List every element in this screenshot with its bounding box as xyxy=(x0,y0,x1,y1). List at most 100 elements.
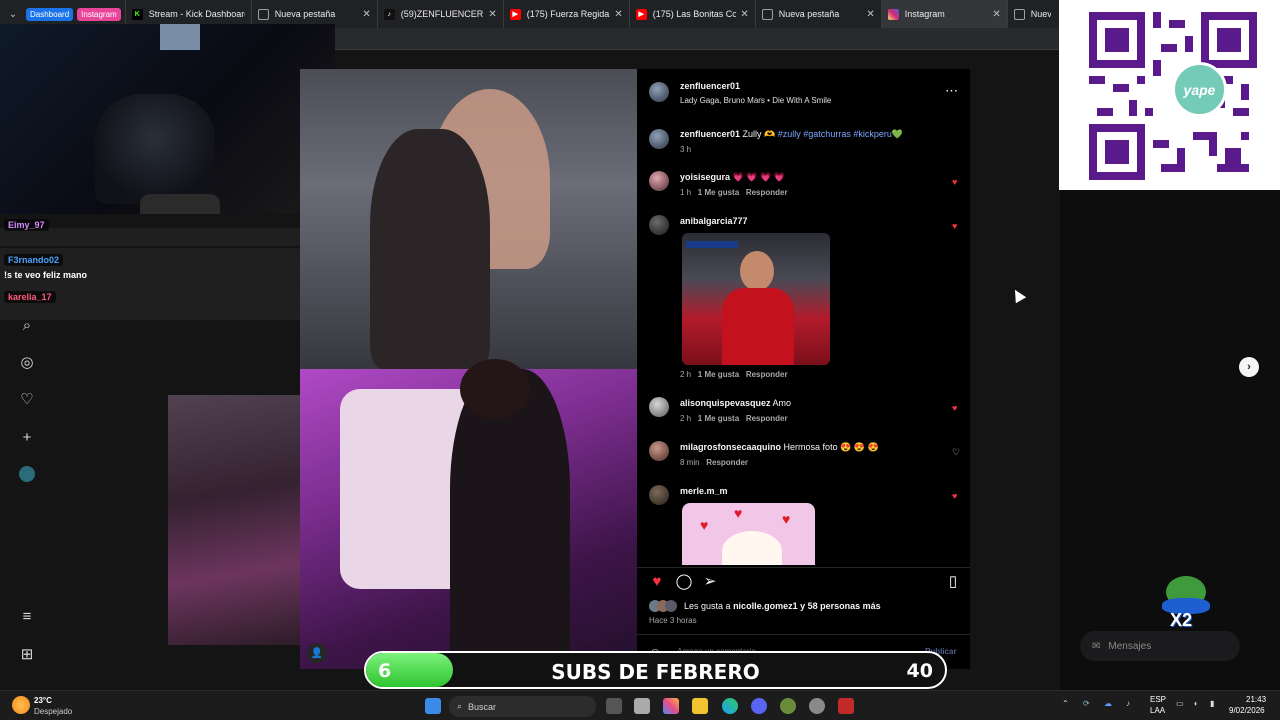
tab-youtube-2[interactable]: ▶ (175) Las Bonitas Con la✕ xyxy=(628,0,755,28)
create-plus-icon[interactable]: + xyxy=(18,428,36,446)
discord-icon[interactable] xyxy=(751,698,767,714)
heart-icon[interactable]: ♥ xyxy=(952,221,957,231)
heart-icon[interactable]: ♥ xyxy=(952,403,957,413)
chat-text: !s te veo feliz mano xyxy=(4,270,88,280)
reply-button[interactable]: Responder xyxy=(746,414,788,423)
liked-by-user[interactable]: nicolle.gomez1 xyxy=(733,601,798,611)
weather-desc[interactable]: Despejado xyxy=(34,707,72,716)
comment-likes[interactable]: 1 Me gusta xyxy=(698,370,739,379)
weather-icon[interactable] xyxy=(12,696,30,714)
menu-icon[interactable]: ≡ xyxy=(18,607,36,625)
comment-username[interactable]: yoisisegura xyxy=(680,172,730,182)
close-icon[interactable]: ✕ xyxy=(488,9,496,20)
avatar[interactable] xyxy=(649,171,669,191)
liked-by-avatars xyxy=(649,600,683,612)
share-icon[interactable]: ➢ xyxy=(701,572,719,590)
avatar[interactable] xyxy=(649,82,669,102)
copilot-icon[interactable] xyxy=(663,698,679,714)
volume-icon[interactable]: ◖ xyxy=(1193,699,1198,708)
task-view-icon[interactable] xyxy=(606,698,622,714)
heart-outline-icon[interactable]: ♡ xyxy=(952,447,960,458)
chat-message: !s te veo feliz mano xyxy=(4,268,87,282)
subs-title: SUBS DE FEBRERO xyxy=(551,660,760,684)
tray-chevron-icon[interactable]: ⌃ xyxy=(1062,699,1069,708)
onedrive-icon[interactable]: ☁ xyxy=(1104,699,1112,708)
avatar[interactable] xyxy=(649,397,669,417)
language-layout[interactable]: LAA xyxy=(1150,706,1165,715)
file-explorer-icon[interactable] xyxy=(692,698,708,714)
avatar[interactable] xyxy=(649,441,669,461)
windows-start-icon[interactable] xyxy=(425,698,441,714)
caption-time: 3 h xyxy=(680,145,692,154)
language-code[interactable]: ESP xyxy=(1150,695,1166,704)
tab-title: (175) Fuerza Regida xyxy=(526,9,610,19)
save-bookmark-icon[interactable]: ▯ xyxy=(944,572,962,590)
profile-avatar-icon[interactable] xyxy=(18,465,36,483)
close-icon[interactable]: ✕ xyxy=(740,9,748,20)
store-icon[interactable] xyxy=(634,698,650,714)
caption-hashtags[interactable]: #zully #gatchurras #kickperu xyxy=(778,129,892,139)
comment-username[interactable]: anibalgarcia777 xyxy=(680,216,748,226)
subs-goal-bar: 6 SUBS DE FEBRERO 40 xyxy=(364,651,947,689)
comment-icon[interactable]: ◯ xyxy=(675,572,693,590)
avatar[interactable] xyxy=(649,485,669,505)
subs-goal: 40 xyxy=(906,660,933,682)
next-post-arrow-icon[interactable]: › xyxy=(1239,357,1259,377)
like-heart-icon[interactable]: ♥ xyxy=(648,572,666,590)
tray-icon[interactable]: ⟳ xyxy=(1083,699,1090,708)
tf-app-icon[interactable] xyxy=(838,698,854,714)
comment-username[interactable]: milagrosfonsecaaquino xyxy=(680,442,781,452)
tab-group-instagram[interactable]: Instagram xyxy=(77,7,121,21)
close-icon[interactable]: ✕ xyxy=(362,9,370,20)
weather-temp[interactable]: 23°C xyxy=(34,696,52,705)
post-author[interactable]: zenfluencer01 xyxy=(680,81,740,91)
tab-youtube-1[interactable]: ▶ (175) Fuerza Regida ✕ xyxy=(502,0,629,28)
tab-new-3[interactable]: Nueva p xyxy=(1006,0,1057,28)
notifications-heart-icon[interactable]: ♡ xyxy=(18,390,36,408)
avatar[interactable] xyxy=(649,129,669,149)
comment-username[interactable]: merle.m_m xyxy=(680,486,728,496)
more-options-icon[interactable]: ⋯ xyxy=(945,83,958,99)
apps-grid-icon[interactable]: ⊞ xyxy=(18,645,36,663)
reply-button[interactable]: Responder xyxy=(746,370,788,379)
clock-date[interactable]: 9/02/2026 xyxy=(1229,706,1265,715)
explore-icon[interactable]: ◎ xyxy=(18,353,36,371)
reply-button[interactable]: Responder xyxy=(746,188,788,197)
comment-likes[interactable]: 1 Me gusta xyxy=(698,414,739,423)
liked-by-count[interactable]: y 58 personas más xyxy=(800,601,881,611)
close-icon[interactable]: ✕ xyxy=(992,9,1000,20)
close-icon[interactable]: ✕ xyxy=(866,9,874,20)
yape-qr-code: yape xyxy=(1059,0,1280,190)
tab-instagram[interactable]: Instagram ✕ xyxy=(880,0,1007,28)
address-bar[interactable] xyxy=(335,28,1060,50)
app-icon[interactable] xyxy=(780,698,796,714)
reply-button[interactable]: Responder xyxy=(706,458,748,467)
comment-time: 2 h xyxy=(680,370,692,379)
tab-new-2[interactable]: Nueva pestaña ✕ xyxy=(754,0,881,28)
battery-icon[interactable]: ▮ xyxy=(1210,699,1214,708)
heart-icon[interactable]: ♥ xyxy=(952,177,957,187)
taskbar-search[interactable]: ⌕ Buscar xyxy=(449,696,596,717)
comment-text: Hermosa foto 😍 😍 😍 xyxy=(783,442,879,452)
edge-icon[interactable] xyxy=(722,698,738,714)
clock-time[interactable]: 21:43 xyxy=(1246,695,1266,704)
liked-by-prefix: Les gusta a xyxy=(684,601,731,611)
tab-tiktok[interactable]: ♪ (59)ZENFLUENCER (@zen✕ xyxy=(376,0,503,28)
messages-button[interactable]: ✉ Mensajes xyxy=(1080,631,1240,661)
comment-text: Amo xyxy=(772,398,792,408)
avatar[interactable] xyxy=(649,215,669,235)
comment-likes[interactable]: 1 Me gusta xyxy=(698,188,739,197)
tagged-user-icon[interactable]: 👤 xyxy=(307,643,327,663)
comment-sticker[interactable]: ♥ ♥ ♥ xyxy=(682,503,815,565)
caption-username[interactable]: zenfluencer01 xyxy=(680,129,740,139)
close-icon[interactable]: ✕ xyxy=(614,9,622,20)
heart-icon[interactable]: ♥ xyxy=(952,491,957,501)
youtube-icon: ▶ xyxy=(509,8,521,20)
obs-icon[interactable] xyxy=(809,698,825,714)
comment-gif[interactable] xyxy=(682,233,830,365)
network-icon[interactable]: ▭ xyxy=(1176,699,1184,708)
comment-username[interactable]: alisonquispevasquez xyxy=(680,398,771,408)
tab-group-dashboard[interactable]: Dashboard xyxy=(26,7,74,21)
microphone-icon[interactable]: ♪ xyxy=(1126,699,1130,708)
post-music[interactable]: Lady Gaga, Bruno Mars • Die With A Smile xyxy=(680,96,831,105)
